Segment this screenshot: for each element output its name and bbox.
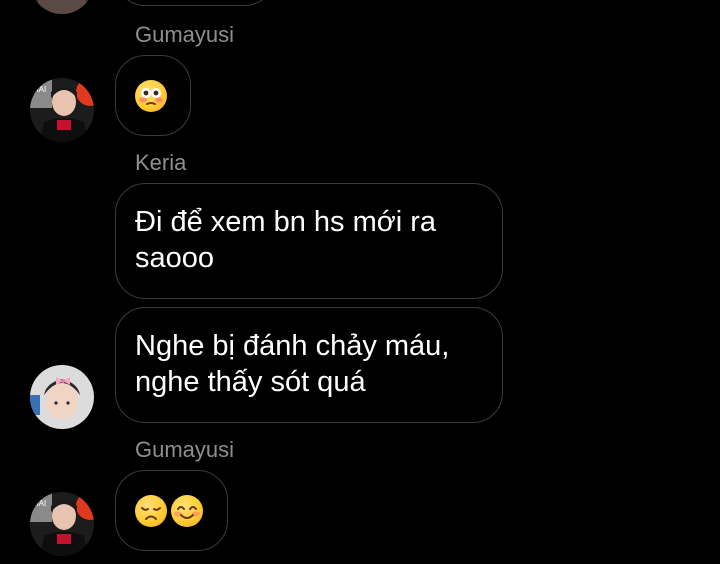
avatar-top-cut[interactable]: [30, 0, 94, 14]
smiling-face-emoji: [171, 495, 203, 527]
avatar-gumayusi[interactable]: MAI: [30, 492, 94, 556]
svg-text:MAI: MAI: [32, 85, 46, 94]
message-bubble[interactable]: Nghe bị đánh chảy máu, nghe thấy sót quá: [115, 307, 503, 423]
sender-name: Gumayusi: [135, 22, 235, 47]
message-bubble[interactable]: [115, 470, 228, 551]
message-text: Nghe bị đánh chảy máu, nghe thấy sót quá: [135, 330, 450, 398]
message-bubble-top-cut[interactable]: [115, 0, 275, 6]
flushed-face-emoji: [135, 80, 167, 112]
sender-name: Keria: [135, 150, 187, 175]
message-bubble[interactable]: Đi để xem bn hs mới ra saooo: [115, 183, 503, 299]
disappointed-face-emoji: [135, 495, 167, 527]
avatar-gumayusi[interactable]: MAI: [30, 78, 94, 142]
message-bubble[interactable]: [115, 55, 191, 136]
message-text: Đi để xem bn hs mới ra saooo: [135, 206, 437, 274]
avatar-keria[interactable]: [30, 365, 94, 429]
svg-text:MAI: MAI: [32, 499, 46, 508]
sender-name: Gumayusi: [135, 437, 235, 462]
